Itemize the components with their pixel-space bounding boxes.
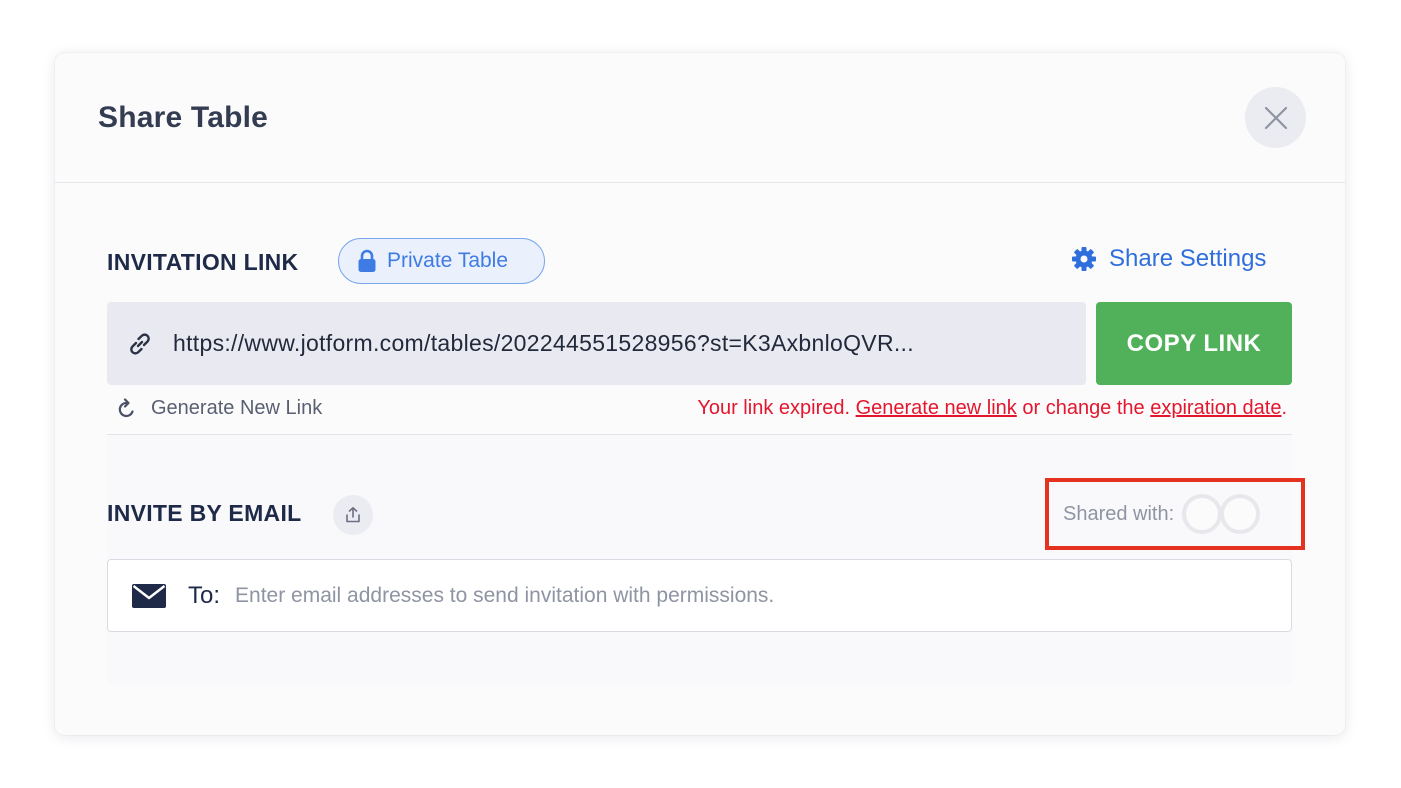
expired-text-1: Your link expired. [697, 397, 856, 419]
shared-with-highlight: Shared with: [1045, 478, 1305, 550]
upload-contacts-button[interactable] [333, 495, 373, 535]
modal-title: Share Table [98, 101, 269, 134]
expiration-date-link[interactable]: expiration date [1150, 397, 1281, 419]
refresh-icon [118, 397, 134, 417]
upload-icon [346, 507, 360, 523]
generate-new-link-label: Generate New Link [151, 397, 323, 419]
share-settings-label: Share Settings [1109, 245, 1267, 272]
private-table-badge[interactable]: Private Table [338, 238, 545, 284]
invitation-link-field[interactable]: https://www.jotform.com/tables/202244551… [107, 302, 1086, 385]
email-input[interactable] [235, 583, 1136, 608]
invitation-link-title: INVITATION LINK [107, 249, 299, 275]
expired-text-3: . [1281, 397, 1287, 419]
shared-with-label: Shared with: [1063, 502, 1175, 525]
copy-link-button[interactable]: COPY LINK [1096, 302, 1292, 385]
close-icon [1264, 106, 1287, 129]
avatar[interactable] [1182, 494, 1223, 534]
lock-icon [358, 249, 376, 272]
avatar[interactable] [1220, 494, 1261, 534]
share-settings-button[interactable]: Share Settings [1071, 245, 1266, 273]
gear-icon [1072, 247, 1096, 271]
private-table-label: Private Table [387, 249, 509, 272]
envelope-icon [132, 583, 166, 608]
email-invite-field[interactable]: To: [107, 559, 1292, 632]
invite-by-email-title: INVITE BY EMAIL [107, 500, 302, 526]
modal-header: Share Table [55, 53, 1345, 183]
shared-avatars[interactable] [1182, 492, 1272, 536]
expired-text-2: or change the [1016, 397, 1151, 419]
generate-new-link-inline[interactable]: Generate new link [856, 397, 1017, 419]
link-icon [130, 332, 150, 355]
link-expired-message: Your link expired. Generate new link or … [697, 397, 1287, 420]
generate-new-link-button[interactable]: Generate New Link [117, 397, 322, 420]
close-button[interactable] [1245, 87, 1306, 148]
to-label: To: [188, 581, 221, 609]
invitation-url: https://www.jotform.com/tables/202244551… [173, 330, 914, 356]
